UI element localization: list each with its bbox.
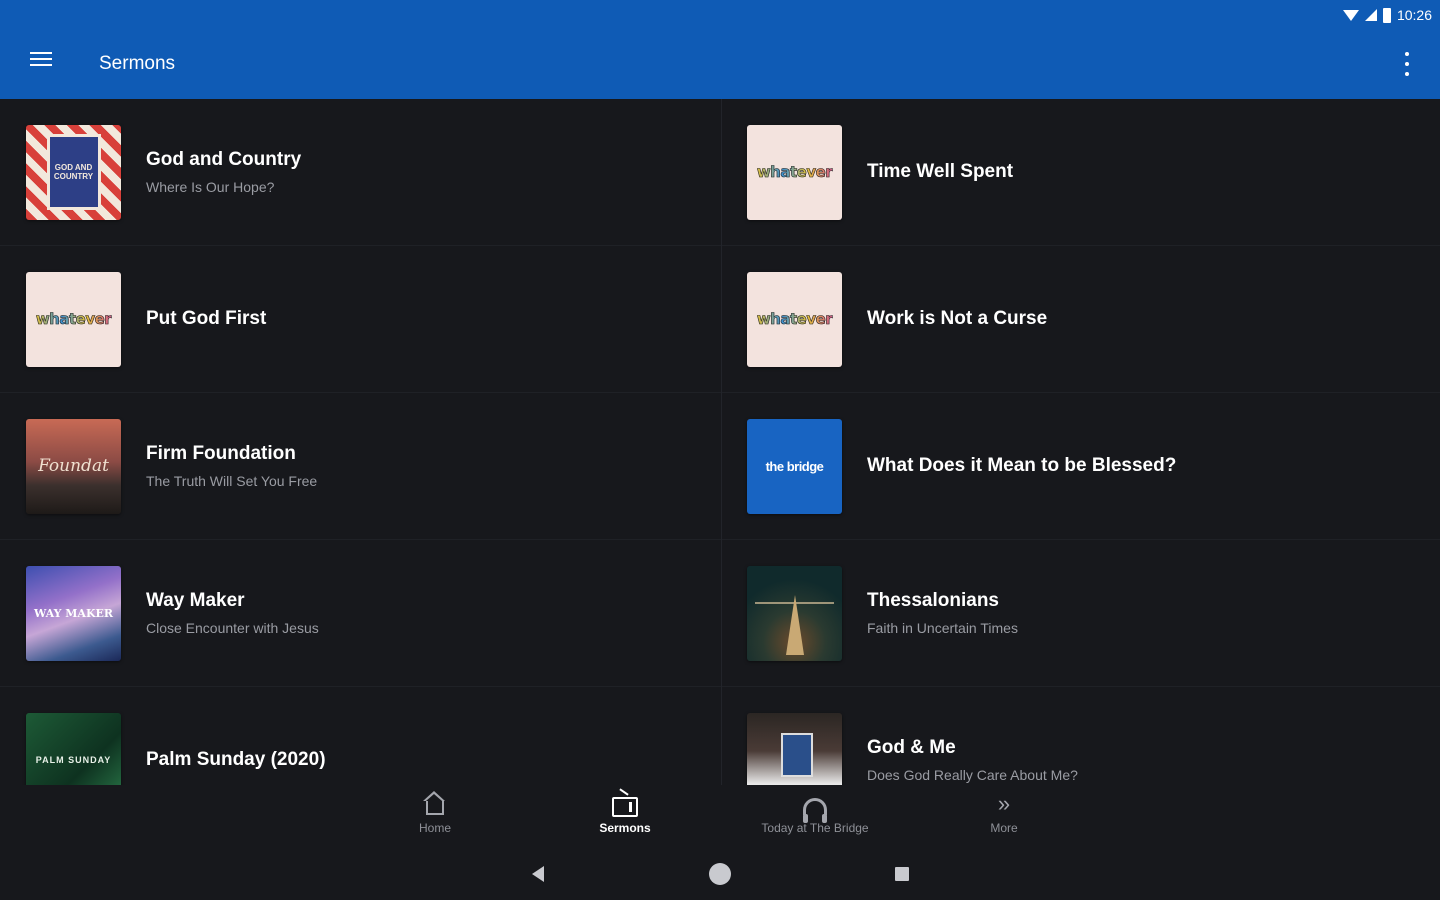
sermon-thumbnail: [747, 565, 842, 661]
sermon-thumbnail: GOD AND COUNTRY: [26, 124, 121, 220]
sermon-item[interactable]: GOD AND COUNTRY God and Country Where Is…: [0, 99, 722, 246]
headphones-icon: [803, 797, 827, 823]
sermon-thumbnail: the bridge: [747, 418, 842, 514]
column-divider: [721, 99, 722, 785]
home-circle-icon[interactable]: [709, 863, 731, 885]
bottom-navigation: Home Sermons Today at The Bridge » More: [0, 785, 1440, 848]
menu-icon[interactable]: [30, 52, 52, 70]
app-bar: 10:26 Sermons: [0, 0, 1440, 99]
sermon-title: Time Well Spent: [867, 161, 1014, 182]
sermon-title: Thessalonians: [867, 590, 999, 611]
sermon-thumbnail: PALM SUNDAY: [26, 712, 121, 785]
sermon-item[interactable]: Thessalonians Faith in Uncertain Times: [722, 540, 1440, 687]
sermon-column-right: whatever Time Well Spent whatever Work i…: [722, 99, 1440, 785]
sermon-title: Work is Not a Curse: [867, 308, 1048, 329]
sermon-title: Put God First: [146, 308, 267, 329]
sermon-subtitle: Does God Really Care About Me?: [867, 767, 1078, 783]
sermon-item[interactable]: whatever Work is Not a Curse: [722, 246, 1440, 393]
sermon-thumbnail: [747, 712, 842, 785]
sermon-item[interactable]: whatever Time Well Spent: [722, 99, 1440, 246]
double-chevron-right-icon: »: [997, 791, 1011, 816]
sermon-column-left: GOD AND COUNTRY God and Country Where Is…: [0, 99, 722, 785]
sermon-item[interactable]: whatever Put God First: [0, 246, 722, 393]
sermon-item[interactable]: PALM SUNDAY Palm Sunday (2020): [0, 687, 722, 785]
overflow-menu-icon[interactable]: [1398, 52, 1416, 76]
battery-icon: [1382, 7, 1391, 23]
system-navigation-bar: [0, 848, 1440, 900]
nav-home[interactable]: Home: [365, 790, 505, 835]
recent-apps-icon[interactable]: [895, 867, 909, 881]
status-time: 10:26: [1396, 7, 1432, 23]
sermon-thumbnail: whatever: [747, 271, 842, 367]
sermon-subtitle: Faith in Uncertain Times: [867, 620, 1018, 636]
sermon-item[interactable]: God & Me Does God Really Care About Me?: [722, 687, 1440, 785]
back-icon[interactable]: [532, 866, 544, 882]
nav-today[interactable]: Today at The Bridge: [745, 790, 885, 835]
sermon-subtitle: The Truth Will Set You Free: [146, 473, 318, 489]
sermon-thumbnail: whatever: [747, 124, 842, 220]
page-title: Sermons: [99, 53, 176, 74]
sermon-thumbnail: Foundat: [26, 418, 121, 514]
sermon-title: God & Me: [867, 737, 956, 758]
sermon-subtitle: Where Is Our Hope?: [146, 179, 275, 195]
sermon-title: What Does it Mean to be Blessed?: [867, 455, 1177, 476]
sermon-grid: GOD AND COUNTRY God and Country Where Is…: [0, 99, 1440, 785]
status-bar: 10:26: [1342, 4, 1432, 26]
tv-icon: [612, 797, 638, 817]
wifi-icon: [1342, 9, 1359, 21]
signal-icon: [1364, 9, 1377, 21]
sermon-title: Palm Sunday (2020): [146, 749, 326, 770]
sermon-item[interactable]: the bridge What Does it Mean to be Bless…: [722, 393, 1440, 540]
sermon-title: Firm Foundation: [146, 443, 296, 464]
nav-more[interactable]: » More: [934, 790, 1074, 835]
sermon-thumbnail: WAY MAKER: [26, 565, 121, 661]
sermon-item[interactable]: Foundat Firm Foundation The Truth Will S…: [0, 393, 722, 540]
sermon-title: Way Maker: [146, 590, 245, 611]
sermon-title: God and Country: [146, 149, 302, 170]
home-icon: [423, 791, 445, 815]
sermon-item[interactable]: WAY MAKER Way Maker Close Encounter with…: [0, 540, 722, 687]
sermon-thumbnail: whatever: [26, 271, 121, 367]
nav-sermons[interactable]: Sermons: [555, 790, 695, 835]
sermon-subtitle: Close Encounter with Jesus: [146, 620, 319, 636]
